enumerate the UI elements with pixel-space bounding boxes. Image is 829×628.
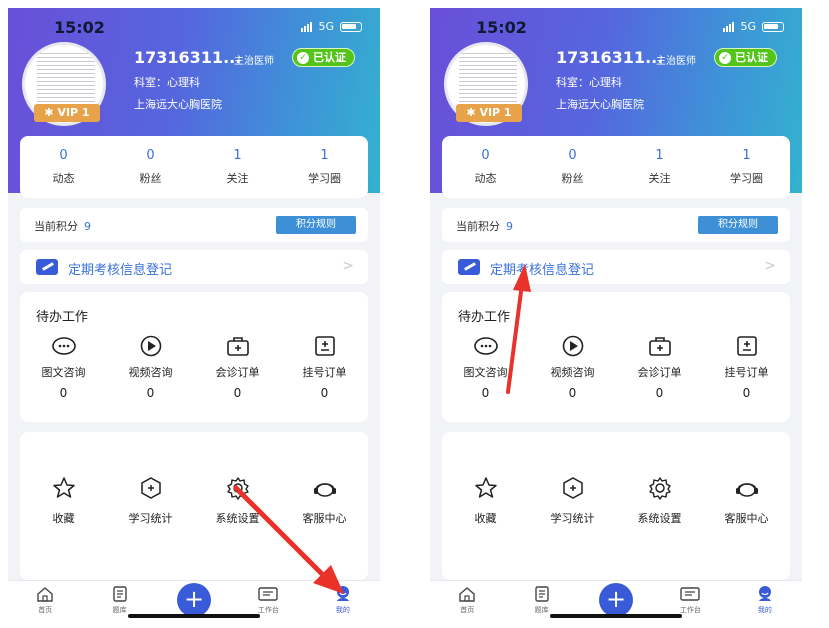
annotation-arrow-to-register — [506, 264, 531, 394]
comparison-page: 15:02 5G ✱ VIP 1 17316311... 主治医师 ✓ 已认证 … — [0, 0, 829, 628]
